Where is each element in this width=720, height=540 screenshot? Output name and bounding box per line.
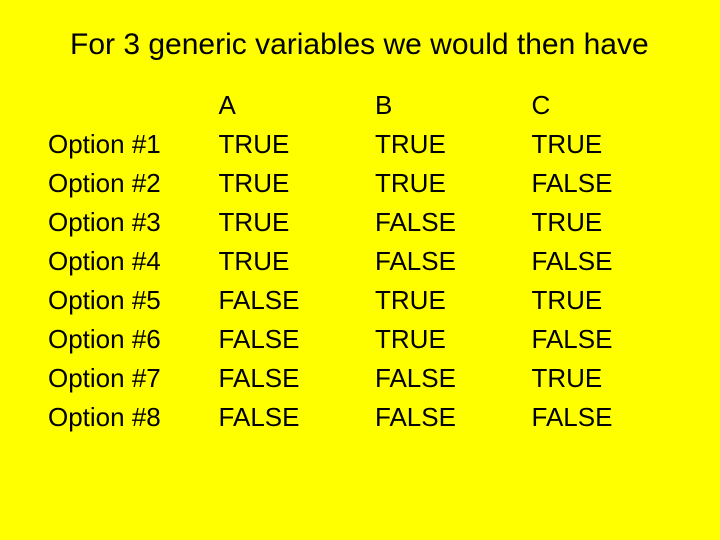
cell-b: FALSE bbox=[367, 242, 523, 281]
cell-c: FALSE bbox=[524, 398, 681, 437]
table-header-c: C bbox=[524, 86, 681, 125]
row-label: Option #1 bbox=[40, 125, 211, 164]
cell-a: FALSE bbox=[211, 281, 367, 320]
row-label: Option #5 bbox=[40, 281, 211, 320]
cell-a: TRUE bbox=[211, 242, 367, 281]
table-row: Option #4 TRUE FALSE FALSE bbox=[40, 242, 680, 281]
table-header-a: A bbox=[211, 86, 367, 125]
truth-table: A B C Option #1 TRUE TRUE TRUE Option #2… bbox=[40, 86, 680, 437]
page-title: For 3 generic variables we would then ha… bbox=[70, 26, 670, 64]
cell-c: FALSE bbox=[524, 242, 681, 281]
row-label: Option #2 bbox=[40, 164, 211, 203]
cell-b: FALSE bbox=[367, 359, 523, 398]
cell-a: FALSE bbox=[211, 398, 367, 437]
cell-b: FALSE bbox=[367, 398, 523, 437]
cell-a: TRUE bbox=[211, 164, 367, 203]
cell-a: TRUE bbox=[211, 203, 367, 242]
table-row: Option #2 TRUE TRUE FALSE bbox=[40, 164, 680, 203]
cell-c: FALSE bbox=[524, 320, 681, 359]
row-label: Option #3 bbox=[40, 203, 211, 242]
cell-c: TRUE bbox=[524, 359, 681, 398]
row-label: Option #7 bbox=[40, 359, 211, 398]
cell-b: TRUE bbox=[367, 320, 523, 359]
cell-c: TRUE bbox=[524, 281, 681, 320]
cell-a: FALSE bbox=[211, 320, 367, 359]
slide: For 3 generic variables we would then ha… bbox=[0, 0, 720, 540]
table-row: Option #7 FALSE FALSE TRUE bbox=[40, 359, 680, 398]
table-header-b: B bbox=[367, 86, 523, 125]
row-label: Option #4 bbox=[40, 242, 211, 281]
table-header-blank bbox=[40, 86, 211, 125]
table-row: Option #1 TRUE TRUE TRUE bbox=[40, 125, 680, 164]
table-header-row: A B C bbox=[40, 86, 680, 125]
table-row: Option #3 TRUE FALSE TRUE bbox=[40, 203, 680, 242]
row-label: Option #8 bbox=[40, 398, 211, 437]
table-row: Option #8 FALSE FALSE FALSE bbox=[40, 398, 680, 437]
table-row: Option #6 FALSE TRUE FALSE bbox=[40, 320, 680, 359]
cell-c: TRUE bbox=[524, 125, 681, 164]
cell-c: TRUE bbox=[524, 203, 681, 242]
table-row: Option #5 FALSE TRUE TRUE bbox=[40, 281, 680, 320]
cell-b: TRUE bbox=[367, 125, 523, 164]
cell-c: FALSE bbox=[524, 164, 681, 203]
cell-a: FALSE bbox=[211, 359, 367, 398]
row-label: Option #6 bbox=[40, 320, 211, 359]
cell-b: TRUE bbox=[367, 281, 523, 320]
cell-b: TRUE bbox=[367, 164, 523, 203]
cell-a: TRUE bbox=[211, 125, 367, 164]
cell-b: FALSE bbox=[367, 203, 523, 242]
